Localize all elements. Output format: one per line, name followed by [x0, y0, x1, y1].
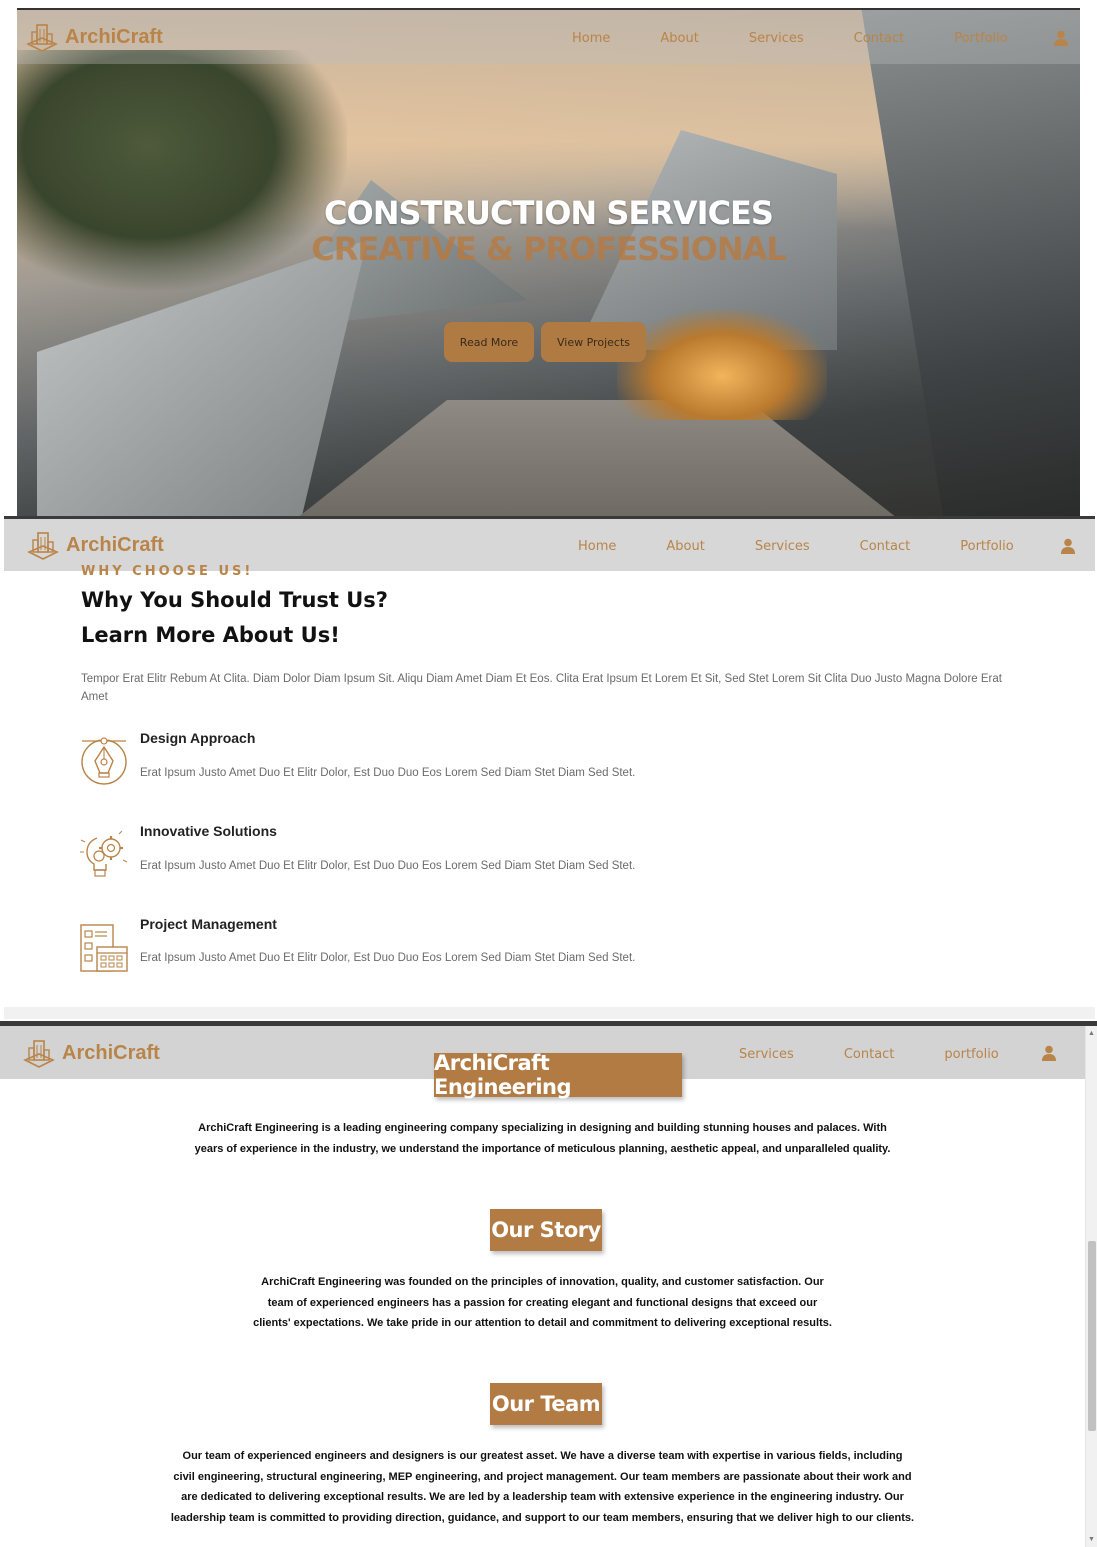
story-paragraph: ArchiCraft Engineering was founded on th… [0, 1272, 1085, 1334]
user-icon[interactable] [1061, 538, 1075, 554]
brand-name: ArchiCraft [62, 1041, 160, 1064]
building-logo-icon [23, 1040, 55, 1068]
brand-name: ArchiCraft [65, 25, 163, 48]
team-line: civil engineering, structural engineerin… [173, 1470, 912, 1483]
hero-navbar: ArchiCraft Home About Services Contact P… [17, 10, 1080, 64]
team-line: are dedicated to delivering exceptional … [181, 1491, 904, 1503]
scroll-down-arrow-icon[interactable]: ▼ [1088, 1536, 1095, 1543]
about-intro-line: years of experience in the industry, we … [194, 1142, 891, 1155]
read-more-button[interactable]: Read More [444, 322, 534, 362]
nav-contact[interactable]: Contact [860, 539, 911, 554]
section-bottom-band [4, 1007, 1095, 1019]
nav-home[interactable]: Home [572, 31, 610, 46]
scrollbar-thumb[interactable] [1088, 1241, 1096, 1431]
story-line: team of experienced engineers has a pass… [267, 1296, 818, 1309]
checklist-calendar-icon [80, 924, 128, 972]
why-choose-us-section: ArchiCraft Home About Services Contact P… [4, 516, 1095, 1019]
feature-title-management: Project Management [140, 916, 277, 932]
building-logo-icon [26, 24, 58, 52]
about-intro-line: ArchiCraft Engineering is a leading engi… [198, 1122, 887, 1134]
hero-subtitle: CREATIVE & PROFESSIONAL [311, 230, 787, 268]
about-intro: ArchiCraft Engineering is a leading engi… [0, 1118, 1085, 1159]
nav-services[interactable]: Services [755, 539, 810, 554]
nav-services[interactable]: Services [739, 1047, 794, 1062]
section-heading: Why You Should Trust Us? [81, 588, 388, 612]
team-line: Our team of experienced engineers and de… [182, 1450, 903, 1462]
nav-contact[interactable]: Contact [844, 1047, 895, 1062]
feature-title-innovation: Innovative Solutions [140, 823, 277, 839]
brand[interactable]: ArchiCraft [22, 1036, 160, 1070]
brand[interactable]: ArchiCraft [25, 20, 163, 54]
hero-entrance-light [617, 310, 827, 420]
tag-archicraft-engineering: ArchiCraft Engineering [434, 1051, 682, 1099]
nav-about[interactable]: About [666, 539, 704, 554]
tag-our-team: Our Team [490, 1383, 602, 1425]
story-line: ArchiCraft Engineering was founded on th… [261, 1276, 824, 1288]
pen-tool-icon [81, 737, 127, 785]
nav-menu: Home About Services Contact Portfolio [578, 539, 1014, 554]
nav-portfolio[interactable]: portfolio [944, 1047, 998, 1062]
hero-title: CONSTRUCTION SERVICES [324, 194, 774, 232]
user-icon[interactable] [1054, 30, 1068, 46]
user-icon[interactable] [1042, 1045, 1056, 1061]
feature-text-innovation: Erat Ipsum Justo Amet Duo Et Elitr Dolor… [140, 860, 636, 872]
story-line: clients' expectations. We take pride in … [253, 1317, 832, 1329]
building-logo-icon [27, 532, 59, 560]
team-line: leadership team is committed to providin… [170, 1511, 915, 1524]
scroll-up-arrow-icon[interactable]: ▲ [1088, 1030, 1095, 1037]
section-eyebrow: WHY CHOOSE US! [81, 564, 254, 579]
nav-contact[interactable]: Contact [854, 31, 905, 46]
nav-home[interactable]: Home [578, 539, 616, 554]
vertical-scrollbar[interactable]: ▲ ▼ [1085, 1026, 1097, 1547]
team-paragraph: Our team of experienced engineers and de… [0, 1446, 1085, 1528]
about-section: ArchiCraft Services Contact portfolio Ar… [0, 1021, 1097, 1547]
tag-our-story: Our Story [490, 1209, 602, 1251]
hero-nav-menu: Home About Services Contact Portfolio [572, 31, 1008, 46]
brand-name: ArchiCraft [66, 533, 164, 556]
nav-portfolio[interactable]: Portfolio [960, 539, 1013, 554]
gear-bulb-icon [80, 830, 128, 877]
section-subheading: Learn More About Us! [81, 623, 340, 647]
nav-menu: Services Contact portfolio [739, 1047, 999, 1062]
hero-section: ArchiCraft Home About Services Contact P… [17, 8, 1080, 516]
feature-text-design: Erat Ipsum Justo Amet Duo Et Elitr Dolor… [140, 767, 636, 779]
feature-title-design: Design Approach [140, 730, 256, 746]
nav-portfolio[interactable]: Portfolio [954, 31, 1007, 46]
brand[interactable]: ArchiCraft [26, 528, 164, 562]
nav-services[interactable]: Services [749, 31, 804, 46]
nav-about[interactable]: About [660, 31, 698, 46]
feature-text-management: Erat Ipsum Justo Amet Duo Et Elitr Dolor… [140, 952, 636, 964]
section-lead: Tempor Erat Elitr Rebum At Clita. Diam D… [81, 673, 1002, 703]
view-projects-button[interactable]: View Projects [541, 322, 646, 362]
